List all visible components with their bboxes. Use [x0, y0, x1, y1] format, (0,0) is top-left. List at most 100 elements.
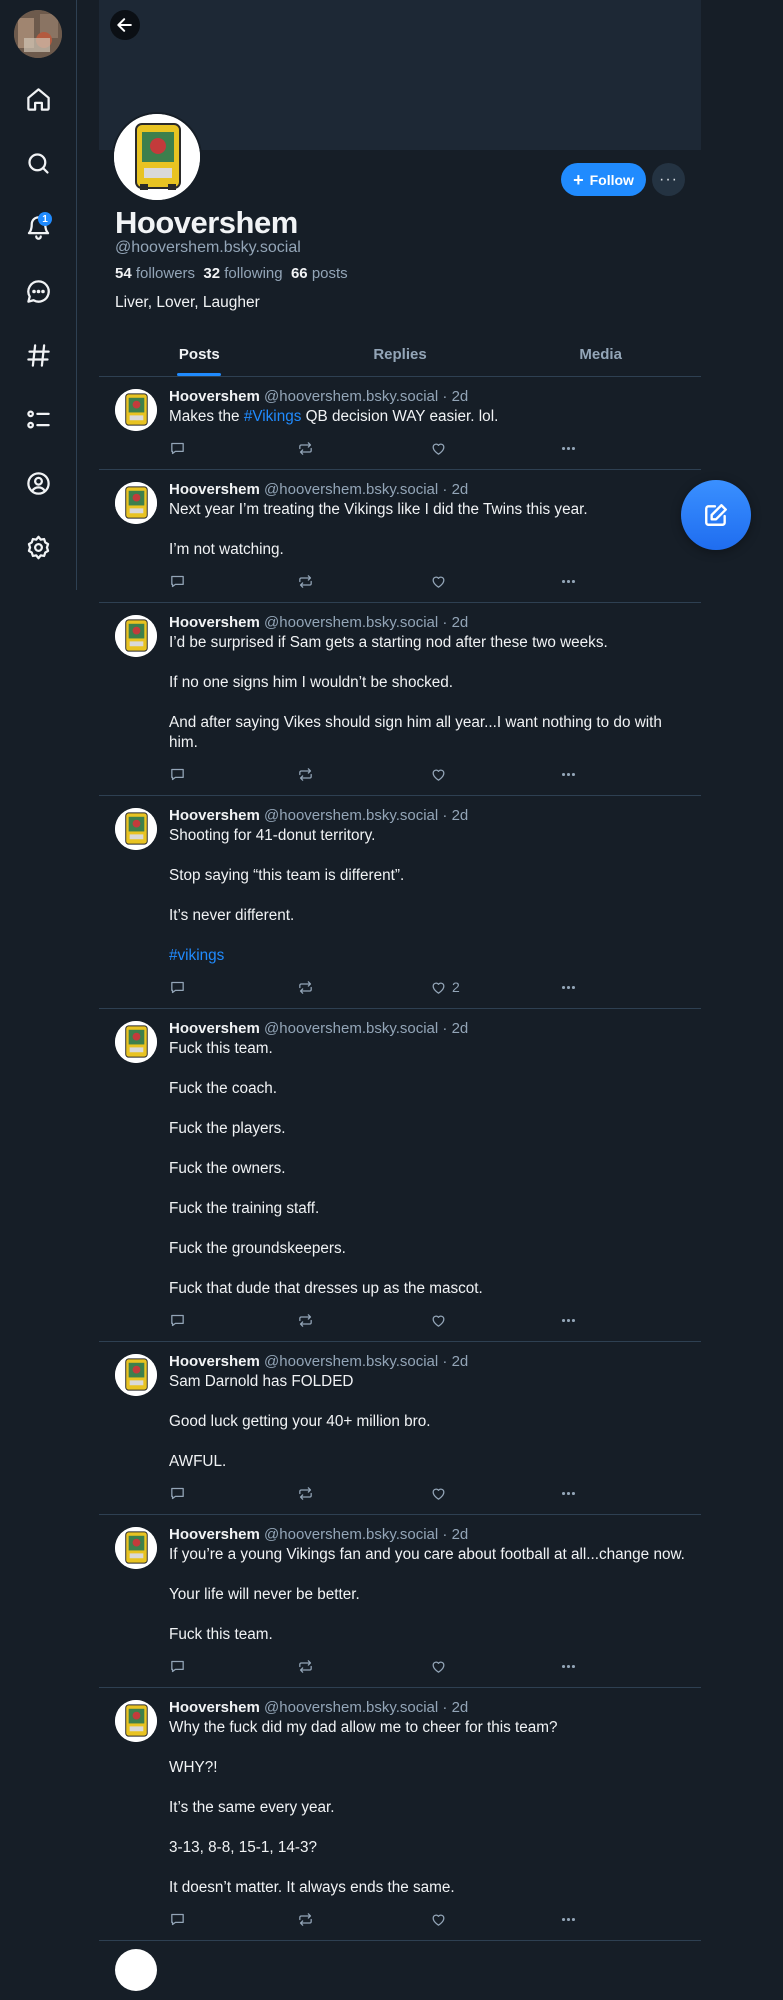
post-paragraph: Fuck the players. — [169, 1119, 689, 1139]
reply-button[interactable] — [169, 766, 186, 783]
like-button[interactable] — [430, 1911, 452, 1928]
post-author-name[interactable]: Hoovershem — [169, 388, 260, 405]
profile-avatar[interactable] — [112, 112, 202, 202]
like-button[interactable] — [430, 1658, 452, 1675]
post-time[interactable]: · 2d — [442, 481, 468, 498]
post-more-button[interactable] — [560, 1312, 577, 1329]
ellipsis-icon — [561, 772, 576, 776]
post-author-handle[interactable]: @hoovershem.bsky.social — [264, 1699, 438, 1716]
post-more-button[interactable] — [560, 440, 577, 457]
tab-posts[interactable]: Posts — [99, 332, 300, 376]
post-item[interactable]: Hoovershem @hoovershem.bsky.social · 2d I… — [99, 603, 701, 796]
post-item[interactable]: Hoovershem @hoovershem.bsky.social · 2d S… — [99, 796, 701, 1009]
post-paragraph: Fuck that dude that dresses up as the ma… — [169, 1279, 689, 1299]
post-avatar[interactable] — [115, 1527, 157, 1569]
like-button[interactable]: 2 — [430, 979, 460, 996]
post-author-handle[interactable]: @hoovershem.bsky.social — [264, 1020, 438, 1037]
post-author-handle[interactable]: @hoovershem.bsky.social — [264, 388, 438, 405]
post-author-name[interactable]: Hoovershem — [169, 807, 260, 824]
repost-button[interactable] — [297, 979, 314, 996]
post-more-button[interactable] — [560, 766, 577, 783]
post-item[interactable]: Hoovershem @hoovershem.bsky.social · 2d M… — [99, 377, 701, 470]
like-button[interactable] — [430, 440, 452, 457]
post-author-handle[interactable]: @hoovershem.bsky.social — [264, 481, 438, 498]
post-time[interactable]: · 2d — [442, 1699, 468, 1716]
reply-button[interactable] — [169, 979, 186, 996]
hashtag-link[interactable]: #Vikings — [244, 408, 302, 425]
repost-button[interactable] — [297, 440, 314, 457]
profile-more-button[interactable]: ··· — [652, 163, 685, 196]
nav-settings[interactable] — [18, 527, 58, 567]
post-avatar[interactable] — [115, 1700, 157, 1742]
reply-button[interactable] — [169, 1312, 186, 1329]
post-item[interactable]: Hoovershem @hoovershem.bsky.social · 2d I… — [99, 1515, 701, 1688]
post-avatar[interactable] — [115, 389, 157, 431]
nav-lists[interactable] — [18, 399, 58, 439]
reply-button[interactable] — [169, 1658, 186, 1675]
post-avatar[interactable] — [115, 1949, 157, 1991]
post-author-name[interactable]: Hoovershem — [169, 1526, 260, 1543]
nav-search[interactable] — [18, 143, 58, 183]
reply-button[interactable] — [169, 573, 186, 590]
post-time[interactable]: · 2d — [442, 614, 468, 631]
repost-button[interactable] — [297, 573, 314, 590]
post-time[interactable]: · 2d — [442, 388, 468, 405]
follow-button[interactable]: + Follow — [561, 163, 646, 196]
post-author-name[interactable]: Hoovershem — [169, 1699, 260, 1716]
post-author-name[interactable]: Hoovershem — [169, 614, 260, 631]
tab-replies[interactable]: Replies — [300, 332, 501, 376]
heart-icon — [432, 1315, 445, 1327]
back-button[interactable] — [110, 10, 140, 40]
post-author-name[interactable]: Hoovershem — [169, 1353, 260, 1370]
nav-home[interactable] — [18, 79, 58, 119]
post-more-button[interactable] — [560, 979, 577, 996]
reply-button[interactable] — [169, 440, 186, 457]
post-author-handle[interactable]: @hoovershem.bsky.social — [264, 1526, 438, 1543]
post-more-button[interactable] — [560, 1911, 577, 1928]
like-button[interactable] — [430, 1485, 452, 1502]
post-avatar[interactable] — [115, 1354, 157, 1396]
repost-button[interactable] — [297, 766, 314, 783]
following-link[interactable]: 32 following — [203, 265, 282, 282]
nav-chat[interactable] — [18, 271, 58, 311]
post-time[interactable]: · 2d — [442, 1353, 468, 1370]
tab-media[interactable]: Media — [500, 332, 701, 376]
post-item[interactable]: Hoovershem @hoovershem.bsky.social · 2d W… — [99, 1688, 701, 1941]
post-author-handle[interactable]: @hoovershem.bsky.social — [264, 614, 438, 631]
repost-button[interactable] — [297, 1658, 314, 1675]
nav-feeds[interactable] — [18, 335, 58, 375]
like-button[interactable] — [430, 1312, 452, 1329]
post-paragraph: WHY?! — [169, 1758, 689, 1778]
post-avatar[interactable] — [115, 482, 157, 524]
nav-profile[interactable] — [18, 463, 58, 503]
post-avatar[interactable] — [115, 808, 157, 850]
post-item[interactable]: Hoovershem @hoovershem.bsky.social · 2d N… — [99, 470, 701, 603]
like-button[interactable] — [430, 766, 452, 783]
post-item[interactable]: Hoovershem @hoovershem.bsky.social · 2d F… — [99, 1009, 701, 1342]
repost-button[interactable] — [297, 1485, 314, 1502]
compose-button[interactable] — [681, 480, 751, 550]
hashtag-link[interactable]: #vikings — [169, 947, 224, 964]
repost-button[interactable] — [297, 1911, 314, 1928]
user-avatar[interactable] — [14, 10, 62, 58]
post-author-name[interactable]: Hoovershem — [169, 481, 260, 498]
post-time[interactable]: · 2d — [442, 1526, 468, 1543]
post-author-handle[interactable]: @hoovershem.bsky.social — [264, 1353, 438, 1370]
reply-button[interactable] — [169, 1485, 186, 1502]
post-item-partial[interactable] — [99, 1941, 701, 1991]
post-author-handle[interactable]: @hoovershem.bsky.social — [264, 807, 438, 824]
reply-button[interactable] — [169, 1911, 186, 1928]
nav-notifications[interactable]: 1 — [18, 207, 58, 247]
followers-link[interactable]: 54 followers — [115, 265, 195, 282]
like-button[interactable] — [430, 573, 452, 590]
post-more-button[interactable] — [560, 1485, 577, 1502]
post-more-button[interactable] — [560, 1658, 577, 1675]
post-avatar[interactable] — [115, 615, 157, 657]
post-time[interactable]: · 2d — [442, 1020, 468, 1037]
repost-button[interactable] — [297, 1312, 314, 1329]
post-item[interactable]: Hoovershem @hoovershem.bsky.social · 2d S… — [99, 1342, 701, 1515]
post-avatar[interactable] — [115, 1021, 157, 1063]
post-time[interactable]: · 2d — [442, 807, 468, 824]
post-author-name[interactable]: Hoovershem — [169, 1020, 260, 1037]
post-more-button[interactable] — [560, 573, 577, 590]
